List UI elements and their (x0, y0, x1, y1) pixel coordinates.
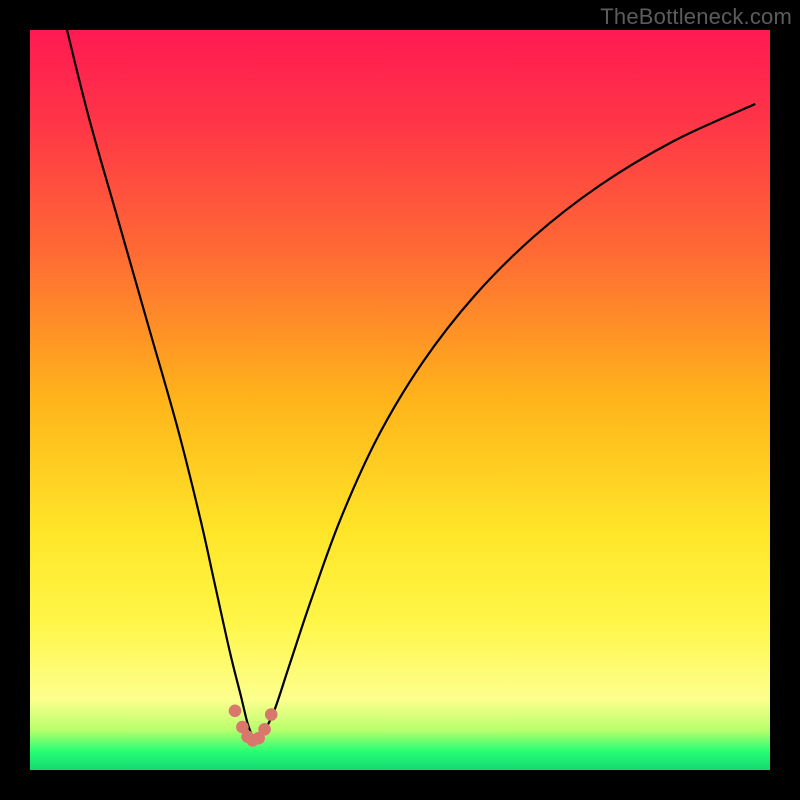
chart-frame: TheBottleneck.com (0, 0, 800, 800)
gradient-background (30, 30, 770, 770)
watermark-text: TheBottleneck.com (600, 4, 792, 30)
trough-dot (258, 723, 271, 736)
plot-area (30, 30, 770, 770)
chart-svg (30, 30, 770, 770)
trough-dot (265, 708, 278, 721)
trough-dot (229, 705, 242, 718)
